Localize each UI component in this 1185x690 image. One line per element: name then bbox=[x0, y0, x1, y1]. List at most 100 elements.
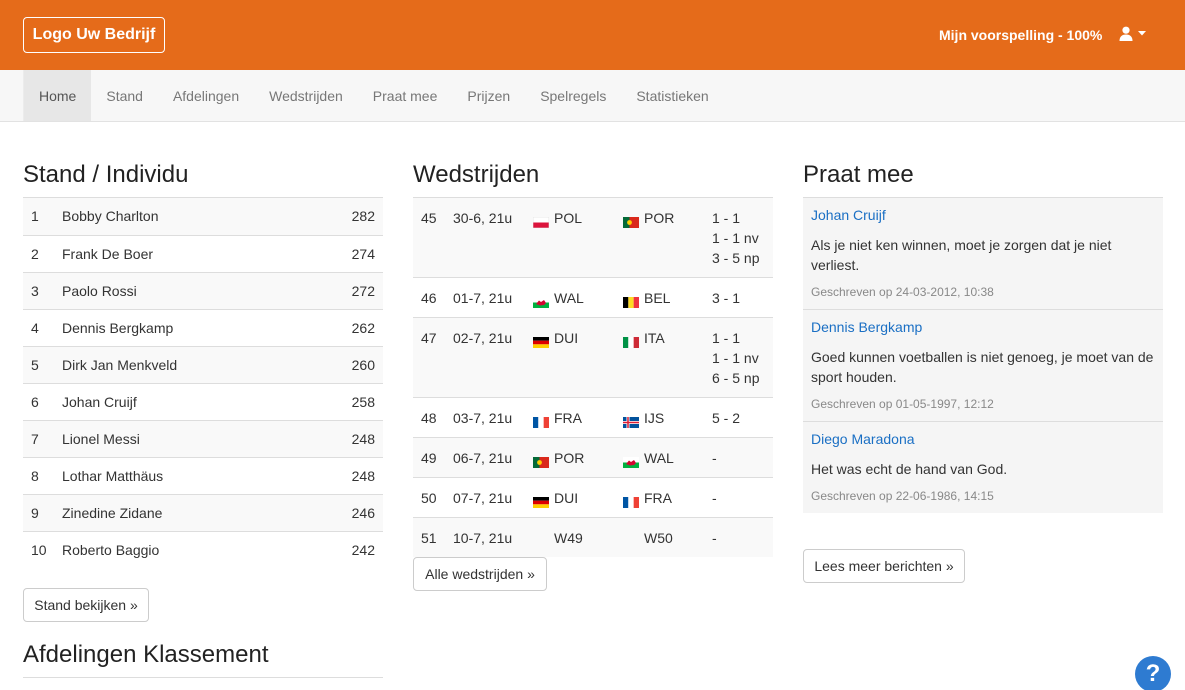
match-result-cell: 1 - 1 1 - 1 nv 3 - 5 np bbox=[712, 198, 773, 278]
table-row: 1 Bobby Charlton 282 bbox=[23, 198, 383, 235]
post-author-link[interactable]: Johan Cruijf bbox=[811, 206, 1155, 226]
away-team-cell: IJS bbox=[623, 397, 712, 438]
away-team-code: IJS bbox=[644, 410, 665, 426]
player-name-cell[interactable]: Roberto Baggio bbox=[62, 530, 315, 568]
player-name-cell[interactable]: Johan Cruijf bbox=[62, 382, 315, 420]
match-result-cell: - bbox=[712, 477, 773, 518]
post-list: Johan Cruijf Als je niet ken winnen, moet… bbox=[803, 198, 1163, 513]
result-line: - bbox=[712, 490, 717, 506]
flag-wal-icon bbox=[533, 293, 549, 308]
result-line: - bbox=[712, 450, 717, 466]
logo-button[interactable]: Logo Uw Bedrijf bbox=[23, 17, 165, 53]
nav-item-prijzen[interactable]: Prijzen bbox=[452, 70, 525, 121]
away-team-code: WAL bbox=[644, 450, 674, 466]
table-row: 8 Lothar Matthäus 248 bbox=[23, 456, 383, 494]
rank-cell: 8 bbox=[23, 456, 62, 494]
nav-item-wedstrijden[interactable]: Wedstrijden bbox=[254, 70, 358, 121]
table-row[interactable]: 47 02-7, 21u DUI ITA 1 - 1 1 - 1 nv 6 - 5 np bbox=[413, 317, 773, 398]
table-row: 6 Johan Cruijf 258 bbox=[23, 382, 383, 420]
match-number-cell: 50 bbox=[413, 477, 453, 518]
match-date-cell: 03-7, 21u bbox=[453, 397, 533, 438]
team: FRA bbox=[623, 488, 712, 508]
player-name-cell[interactable]: Zinedine Zidane bbox=[62, 493, 315, 531]
table-row[interactable]: 46 01-7, 21u WAL BEL 3 - 1 bbox=[413, 277, 773, 318]
match-date-cell: 02-7, 21u bbox=[453, 317, 533, 398]
away-team-code: POR bbox=[644, 210, 675, 226]
match-result-cell: - bbox=[712, 437, 773, 478]
match-number-cell: 48 bbox=[413, 397, 453, 438]
flag-por-icon bbox=[533, 453, 549, 468]
match-date-cell: 10-7, 21u bbox=[453, 517, 533, 557]
match-result-cell: - bbox=[712, 517, 773, 557]
match-number-cell: 49 bbox=[413, 437, 453, 478]
away-team-cell: POR bbox=[623, 198, 712, 278]
result-line: 3 - 5 np bbox=[712, 250, 760, 266]
nav-item-spelregels[interactable]: Spelregels bbox=[525, 70, 621, 121]
match-number-cell: 45 bbox=[413, 198, 453, 278]
player-name-cell[interactable]: Dirk Jan Menkveld bbox=[62, 345, 315, 383]
post-author-link[interactable]: Diego Maradona bbox=[811, 430, 1155, 450]
main-nav: Home Stand Afdelingen Wedstrijden Praat mee P… bbox=[0, 70, 1185, 122]
table-row: 4 Dennis Bergkamp 262 bbox=[23, 308, 383, 346]
points-cell: 242 bbox=[314, 530, 383, 568]
alle-wedstrijden-button[interactable]: Alle wedstrijden » bbox=[413, 557, 547, 591]
away-team-cell: ITA bbox=[623, 317, 712, 398]
prediction-link[interactable]: Mijn voorspelling - 100% bbox=[939, 27, 1102, 43]
table-row[interactable]: 45 30-6, 21u POL POR 1 - 1 1 - 1 nv 3 - 5 np bbox=[413, 198, 773, 278]
table-row[interactable]: 51 10-7, 21u W49 W50 - bbox=[413, 517, 773, 557]
match-date-cell: 30-6, 21u bbox=[453, 198, 533, 278]
home-team-cell: DUI bbox=[533, 477, 623, 518]
team: FRA bbox=[533, 408, 623, 428]
matches-table: 45 30-6, 21u POL POR 1 - 1 1 - 1 nv 3 - 5 np 46… bbox=[413, 198, 773, 557]
nav-item-praat-mee[interactable]: Praat mee bbox=[358, 70, 453, 121]
points-cell: 262 bbox=[314, 308, 383, 346]
matches-title: Wedstrijden bbox=[413, 160, 773, 198]
match-number-cell: 46 bbox=[413, 277, 453, 318]
player-name-cell[interactable]: Frank De Boer bbox=[62, 234, 315, 272]
nav-item-stand[interactable]: Stand bbox=[91, 70, 158, 121]
home-team-code: DUI bbox=[554, 490, 579, 506]
flag-dui-icon bbox=[533, 333, 549, 348]
player-name-cell[interactable]: Lionel Messi bbox=[62, 419, 315, 457]
player-name-cell[interactable]: Paolo Rossi bbox=[62, 271, 315, 309]
nav-item-statistieken[interactable]: Statistieken bbox=[621, 70, 723, 121]
player-name-cell[interactable]: Dennis Bergkamp bbox=[62, 308, 315, 346]
result-line: 6 - 5 np bbox=[712, 370, 760, 386]
post-author-link[interactable]: Dennis Bergkamp bbox=[811, 318, 1155, 338]
post-item: Dennis Bergkamp Goed kunnen voetballen is… bbox=[803, 309, 1163, 421]
match-number-cell: 47 bbox=[413, 317, 453, 398]
lees-meer-button[interactable]: Lees meer berichten » bbox=[803, 549, 965, 583]
matches-section: Wedstrijden 45 30-6, 21u POL POR 1 - 1 1 - 1 … bbox=[413, 160, 773, 557]
away-team-code: W50 bbox=[644, 530, 673, 546]
stand-bekijken-button[interactable]: Stand bekijken » bbox=[23, 588, 149, 622]
home-team-code: DUI bbox=[554, 330, 579, 346]
player-name-cell[interactable]: Lothar Matthäus bbox=[62, 456, 315, 494]
result-line: 1 - 1 nv bbox=[712, 230, 759, 246]
flag-fra-icon bbox=[533, 413, 549, 428]
post-timestamp: Geschreven op 24-03-2012, 10:38 bbox=[811, 285, 994, 299]
table-row[interactable]: 50 07-7, 21u DUI FRA - bbox=[413, 477, 773, 518]
nav-item-afdelingen[interactable]: Afdelingen bbox=[158, 70, 254, 121]
rank-cell: 5 bbox=[23, 345, 62, 383]
rank-cell: 4 bbox=[23, 308, 62, 346]
away-team-cell: WAL bbox=[623, 437, 712, 478]
user-menu[interactable] bbox=[1119, 26, 1146, 41]
flag-wal-icon bbox=[623, 453, 639, 468]
match-result-cell: 3 - 1 bbox=[712, 277, 773, 318]
table-row[interactable]: 48 03-7, 21u FRA IJS 5 - 2 bbox=[413, 397, 773, 438]
help-button[interactable]: ? bbox=[1135, 656, 1171, 690]
team: POL bbox=[532, 208, 623, 228]
home-team-cell: POL bbox=[532, 198, 623, 278]
points-cell: 272 bbox=[314, 271, 383, 309]
home-team-cell: W49 bbox=[533, 517, 623, 557]
away-team-cell: FRA bbox=[623, 477, 712, 518]
nav-item-home[interactable]: Home bbox=[24, 70, 92, 121]
home-team-code: POR bbox=[554, 450, 585, 466]
post-item: Johan Cruijf Als je niet ken winnen, moet… bbox=[803, 198, 1163, 309]
player-name-cell[interactable]: Bobby Charlton bbox=[62, 198, 315, 235]
post-timestamp: Geschreven op 22-06-1986, 14:15 bbox=[811, 489, 994, 503]
table-row[interactable]: 49 06-7, 21u POR WAL - bbox=[413, 437, 773, 478]
team: DUI bbox=[533, 488, 623, 508]
rank-cell: 7 bbox=[23, 419, 62, 457]
team: DUI bbox=[533, 328, 623, 348]
